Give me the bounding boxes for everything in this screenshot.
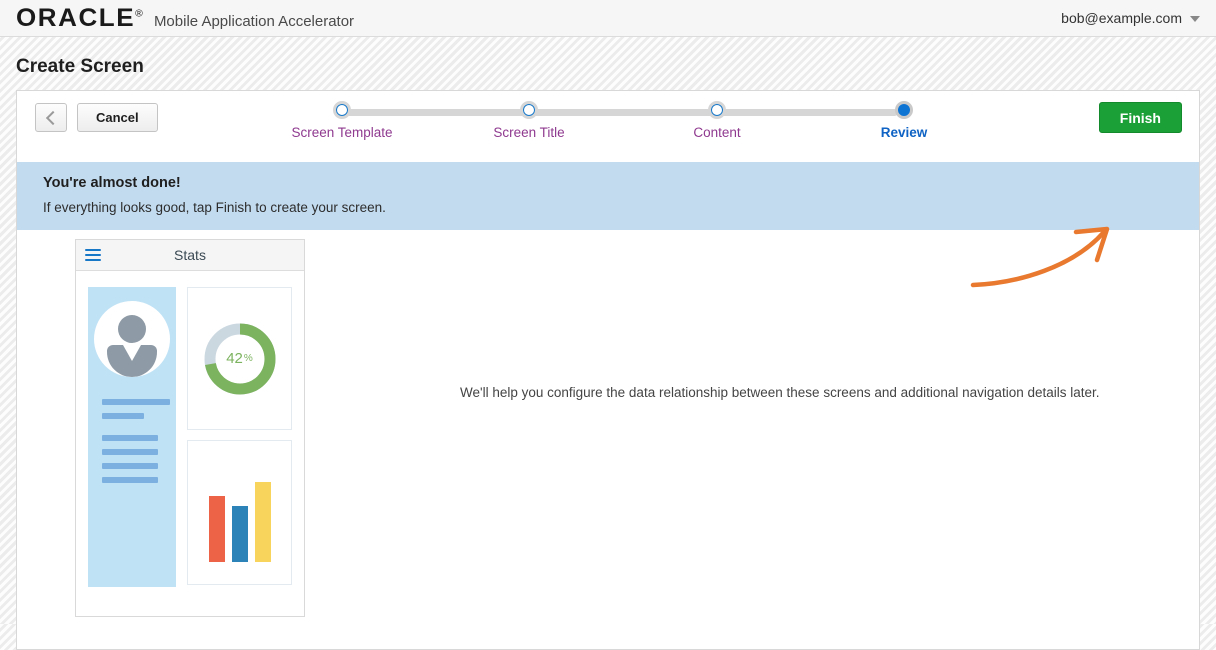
brand-block: ORACLE® Mobile Application Accelerator — [16, 3, 355, 32]
bar-chart — [208, 462, 271, 562]
banner-subtitle: If everything looks good, tap Finish to … — [43, 200, 386, 215]
chevron-left-icon — [45, 110, 60, 125]
wizard-step-screen-template[interactable]: Screen Template — [282, 101, 402, 140]
user-menu[interactable]: bob@example.com — [1061, 10, 1200, 26]
banner-title: You're almost done! — [43, 175, 181, 191]
mockup-widget-column: 42% — [187, 287, 292, 587]
page-title: Create Screen — [16, 56, 144, 77]
bar-chart-bar — [254, 482, 271, 562]
wizard-step-screen-title[interactable]: Screen Title — [469, 101, 589, 140]
donut-gauge-card: 42% — [187, 287, 292, 430]
create-screen-panel: Cancel Screen Template Screen Title Cont… — [16, 90, 1200, 650]
nav-button-group: Cancel — [35, 103, 158, 132]
app-header: ORACLE® Mobile Application Accelerator b… — [0, 0, 1216, 37]
donut-gauge-label: 42% — [201, 320, 279, 398]
bar-chart-bar — [208, 496, 225, 562]
screen-preview-mockup[interactable]: Stats 42 % — [75, 239, 305, 617]
step-label: Screen Template — [291, 125, 393, 140]
donut-gauge: 42% — [201, 320, 279, 398]
step-dot — [333, 101, 351, 119]
wizard-progress-track — [342, 109, 898, 116]
avatar-neckline — [123, 345, 141, 361]
app-name: Mobile Application Accelerator — [153, 12, 355, 30]
chevron-down-icon — [1190, 16, 1200, 22]
hamburger-menu-icon[interactable] — [85, 249, 101, 261]
mockup-header: Stats — [76, 240, 304, 271]
wizard-toolbar: Cancel Screen Template Screen Title Cont… — [17, 91, 1199, 159]
placeholder-line — [102, 477, 158, 483]
placeholder-line — [102, 435, 158, 441]
mockup-profile-card — [88, 287, 176, 587]
step-label: Screen Title — [493, 125, 565, 140]
placeholder-line — [102, 449, 158, 455]
wizard-step-content[interactable]: Content — [657, 101, 777, 140]
placeholder-text-lines — [102, 399, 176, 483]
user-email: bob@example.com — [1061, 10, 1182, 26]
donut-value: 42 — [226, 350, 243, 367]
placeholder-line — [102, 413, 144, 419]
placeholder-line — [102, 463, 158, 469]
helper-text: We'll help you configure the data relati… — [460, 385, 1100, 400]
oracle-logo: ORACLE® — [16, 3, 143, 32]
registered-mark: ® — [135, 8, 143, 20]
step-label: Content — [693, 125, 741, 140]
bar-chart-bar — [231, 506, 248, 562]
wizard-step-review[interactable]: Review — [844, 101, 964, 140]
step-dot — [895, 101, 913, 119]
wizard-steps: Screen Template Screen Title Content Rev… — [291, 101, 927, 151]
panel-body: We'll help you configure the data relati… — [17, 230, 1199, 617]
step-dot — [708, 101, 726, 119]
mockup-content: 42% — [76, 271, 304, 587]
mockup-title: Stats — [174, 247, 206, 263]
avatar-head — [118, 315, 146, 343]
oracle-logo-text: ORACLE — [16, 3, 136, 32]
step-dot — [520, 101, 538, 119]
step-label: Review — [880, 125, 928, 140]
placeholder-line — [102, 399, 170, 405]
finish-button[interactable]: Finish — [1098, 102, 1182, 133]
back-button[interactable] — [35, 103, 67, 132]
donut-unit: % — [243, 353, 253, 364]
info-banner: You're almost done! If everything looks … — [17, 162, 1199, 230]
user-avatar-icon — [94, 301, 170, 377]
bar-chart-card — [187, 440, 292, 585]
cancel-button[interactable]: Cancel — [77, 103, 158, 132]
